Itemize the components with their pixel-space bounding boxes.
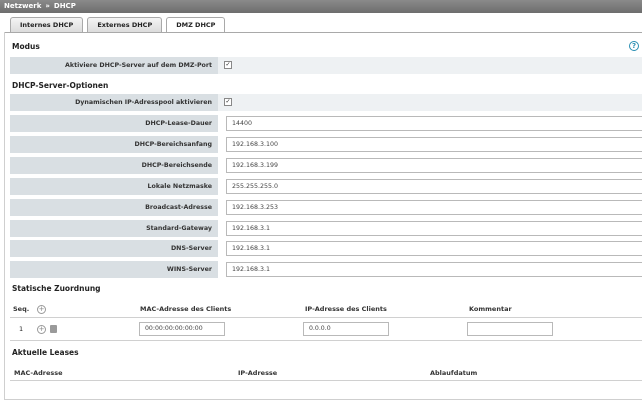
lease-time-input[interactable]: 14400	[226, 116, 642, 131]
row-lease-time: DHCP-Lease-Dauer 14400	[10, 115, 642, 132]
netmask-label: Lokale Netzmaske	[10, 178, 218, 195]
row-dynamic-pool: Dynamischen IP-Adresspool aktivieren ✓	[10, 94, 642, 111]
enable-dhcp-checkbox[interactable]: ✓	[224, 61, 232, 69]
row-value-area	[218, 94, 642, 111]
static-row-divider	[10, 340, 642, 341]
section-title-modus: Modus	[12, 42, 40, 51]
wins-input[interactable]: 192.168.3.1	[226, 262, 642, 277]
dns-label: DNS-Server	[10, 240, 218, 257]
static-comment-input[interactable]	[467, 322, 553, 336]
range-end-input[interactable]: 192.168.3.199	[226, 158, 642, 173]
row-broadcast: Broadcast-Adresse 192.168.3.253	[10, 199, 642, 216]
breadcrumb-separator: »	[45, 2, 50, 10]
lease-col-ip: IP-Adresse	[238, 369, 278, 377]
netmask-input[interactable]: 255.255.255.0	[226, 179, 642, 194]
row-value-area	[218, 57, 642, 74]
breadcrumb-section[interactable]: Netzwerk	[4, 2, 41, 10]
row-netmask: Lokale Netzmaske 255.255.255.0	[10, 178, 642, 195]
add-row-icon[interactable]: +	[37, 305, 46, 314]
col-ip: IP-Adresse des Clients	[305, 305, 387, 313]
tab-dmz-dhcp[interactable]: DMZ DHCP	[166, 17, 226, 33]
col-comment: Kommentar	[469, 305, 512, 313]
breadcrumb: Netzwerk » DHCP	[0, 0, 642, 13]
row-range-start: DHCP-Bereichsanfang 192.168.3.100	[10, 136, 642, 153]
section-title-options: DHCP-Server-Optionen	[12, 81, 109, 90]
static-mac-input[interactable]: 00:00:00:00:00:00	[139, 322, 225, 336]
broadcast-input[interactable]: 192.168.3.253	[226, 200, 642, 215]
lease-col-expiry: Ablaufdatum	[430, 369, 478, 377]
leases-header-divider	[10, 380, 642, 381]
trash-icon[interactable]	[50, 325, 57, 333]
dynamic-pool-label: Dynamischen IP-Adresspool aktivieren	[10, 94, 218, 111]
col-mac: MAC-Adresse des Clients	[140, 305, 232, 313]
broadcast-label: Broadcast-Adresse	[10, 199, 218, 216]
enable-dhcp-label: Aktiviere DHCP-Server auf dem DMZ-Port	[10, 57, 218, 74]
static-header-divider	[10, 317, 642, 318]
dns-input[interactable]: 192.168.3.1	[226, 241, 642, 256]
tab-bar: Internes DHCP Externes DHCP DMZ DHCP	[10, 17, 226, 33]
add-row-icon[interactable]: +	[37, 325, 46, 334]
breadcrumb-page: DHCP	[53, 2, 76, 10]
row-enable-dhcp: Aktiviere DHCP-Server auf dem DMZ-Port ✓	[10, 57, 642, 74]
lease-col-mac: MAC-Adresse	[14, 369, 63, 377]
range-start-input[interactable]: 192.168.3.100	[226, 137, 642, 152]
gateway-input[interactable]: 192.168.3.1	[226, 221, 642, 236]
gateway-label: Standard-Gateway	[10, 220, 218, 237]
tab-externes-dhcp[interactable]: Externes DHCP	[87, 17, 163, 32]
dynamic-pool-checkbox[interactable]: ✓	[224, 98, 232, 106]
row-dns: DNS-Server 192.168.3.1	[10, 240, 642, 257]
lease-time-label: DHCP-Lease-Dauer	[10, 115, 218, 132]
static-row-seq: 1	[19, 325, 24, 333]
section-title-leases: Aktuelle Leases	[12, 348, 79, 357]
range-end-label: DHCP-Bereichsende	[10, 157, 218, 174]
range-start-label: DHCP-Bereichsanfang	[10, 136, 218, 153]
static-ip-input[interactable]: 0.0.0.0	[303, 322, 389, 336]
row-gateway: Standard-Gateway 192.168.3.1	[10, 220, 642, 237]
tab-internes-dhcp[interactable]: Internes DHCP	[10, 17, 84, 32]
help-icon[interactable]: ?	[629, 41, 639, 51]
wins-label: WINS-Server	[10, 261, 218, 278]
section-title-static: Statische Zuordnung	[12, 284, 101, 293]
row-range-end: DHCP-Bereichsende 192.168.3.199	[10, 157, 642, 174]
row-wins: WINS-Server 192.168.3.1	[10, 261, 642, 278]
col-seq: Seq.	[13, 305, 30, 313]
